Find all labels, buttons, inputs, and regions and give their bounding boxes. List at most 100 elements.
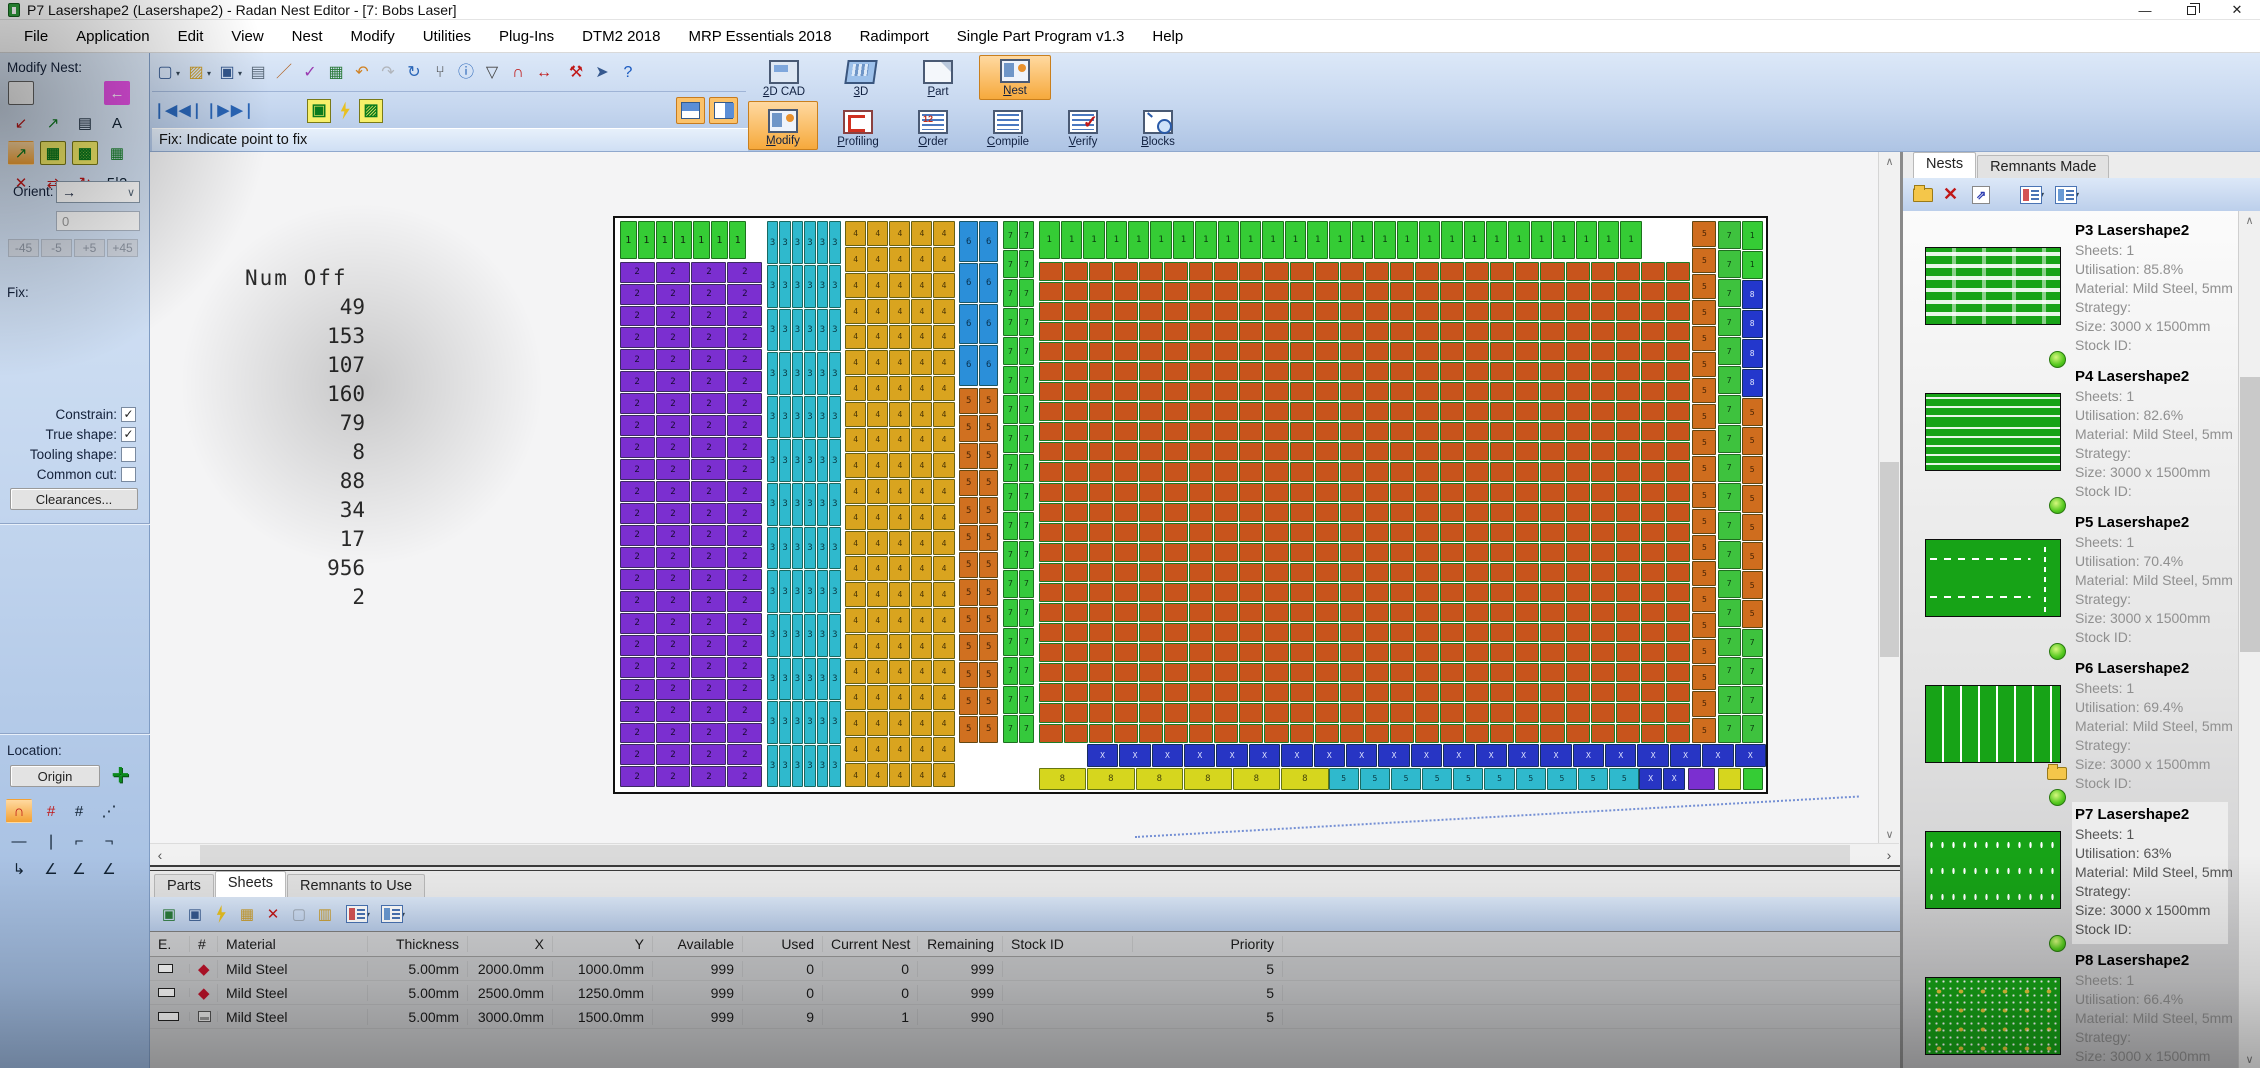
split-vertical-button[interactable] [709,97,738,124]
parts-1-strip[interactable]: 11 [1742,221,1763,278]
delete-nest-icon[interactable]: ✕ [1943,184,1958,205]
array-icon[interactable]: ▦ [104,141,130,165]
nest-list-item-p6-lasershape2[interactable]: P6 Lasershape2Sheets: 1Utilisation: 69.4… [1903,649,2238,795]
node-edit-icon[interactable]: ⑂ [428,61,452,85]
mode-button-verify[interactable]: Verify [1048,101,1118,150]
export-nest-icon[interactable]: ⇗ [1972,186,1990,204]
chevron-down-icon[interactable]: ▾ [176,69,183,78]
scroll-right-icon[interactable]: › [1879,844,1899,866]
menu-radimport[interactable]: Radimport [846,24,943,49]
calibrate-icon[interactable]: ⚒ [564,61,588,85]
angle-right-icon[interactable]: ∠ [66,857,92,881]
origin-button[interactable]: Origin [10,765,100,787]
paste-icon[interactable]: ▤ [72,111,98,135]
checkbox-tooling-shape-[interactable] [121,447,136,462]
scroll-left-icon[interactable]: ‹ [150,844,170,866]
open-nest-icon[interactable] [1913,188,1933,202]
sheet-outline-icon[interactable] [8,81,34,105]
parts-5-cyan-row[interactable]: 5555555555 [1329,768,1640,790]
menu-utilities[interactable]: Utilities [409,24,485,49]
split-horizontal-button[interactable] [676,97,705,124]
mode-button-3d[interactable]: 3D [825,55,897,100]
tab-parts[interactable]: Parts [154,874,214,897]
menu-application[interactable]: Application [62,24,163,49]
tab-remnants-made[interactable]: Remnants Made [1977,155,2109,178]
table-row[interactable]: Mild Steel5.00mm3000.0mm1500.0mm99991990… [150,1005,1900,1029]
parts-5-strip[interactable]: 55555555555555555555 [1692,221,1716,742]
detail-view-dropdown[interactable] [381,905,403,923]
print-icon[interactable]: ▤ [246,61,270,85]
vertical-icon[interactable]: ❘ [38,829,64,853]
nest-list-item-p7-lasershape2[interactable]: P7 Lasershape2Sheets: 1Utilisation: 63%M… [1903,795,2238,941]
parts-5-orange[interactable]: 55555555555555555555555555 [959,388,998,743]
regenerate-icon[interactable]: ↻ [402,61,426,85]
column-header-priority[interactable]: Priority [1133,936,1283,952]
parts-7-strip[interactable]: 777777777777777777 [1718,221,1741,742]
canvas-horizontal-scrollbar[interactable]: ‹ › [150,843,1899,865]
mode-button-2d-cad[interactable]: 2D CAD [748,55,820,100]
column-header-thickness[interactable]: Thickness [368,936,468,952]
parts-x-blue-row[interactable]: XX [1639,768,1685,790]
vertical-scroll-thumb[interactable] [1880,462,1899,657]
angle-button-plus5[interactable]: +5 [74,239,105,257]
checkbox-common-cut-[interactable] [121,467,136,482]
parts-grid-orange[interactable] [1039,262,1690,743]
angle-input[interactable]: 0 [56,211,140,231]
save-file-icon[interactable]: ▣ [215,61,239,85]
grid-point-icon[interactable]: # [66,799,92,823]
tab-sheets[interactable]: Sheets [215,871,286,897]
mode-button-nest[interactable]: Nest [979,55,1051,100]
column-header-y[interactable]: Y [553,936,653,952]
text-icon[interactable]: A [104,111,130,135]
canvas-vertical-scrollbar[interactable]: ∧ ∨ [1878,152,1899,843]
delete-sheet-icon[interactable]: ✕ [261,902,285,926]
close-button[interactable]: ✕ [2214,0,2260,20]
nests-scrollbar[interactable]: ∧ ∨ [2238,211,2260,1068]
horizontal-scroll-thumb[interactable] [200,845,1850,865]
list-view-dropdown[interactable] [346,905,368,923]
column-header-remaining[interactable]: Remaining [918,936,1003,952]
open-file-icon[interactable]: ▨ [184,61,208,85]
copy-part-icon[interactable]: ↗ [40,111,66,135]
nest-list-item-p3-lasershape2[interactable]: P3 Lasershape2Sheets: 1Utilisation: 85.8… [1903,211,2238,357]
orient-dropdown[interactable]: → ∨ [56,181,140,203]
blank-sheet-icon[interactable]: ▢ [287,902,311,926]
parts-1-top-left[interactable]: 1111111 [620,221,747,259]
horizontal-icon[interactable]: — [6,829,32,853]
parts-7-green[interactable]: 777777777777777777777777777777777777 [1003,221,1034,742]
angle-button-minus5[interactable]: -5 [41,239,72,257]
parts-8-strip[interactable]: 8888 [1742,280,1763,397]
mode-button-part[interactable]: Part [902,55,974,100]
column-header-available[interactable]: Available [653,936,743,952]
redo-icon[interactable]: ↷ [376,61,400,85]
menu-plug-ins[interactable]: Plug-Ins [485,24,568,49]
menu-nest[interactable]: Nest [278,24,337,49]
tab-nests[interactable]: Nests [1913,152,1976,178]
mode-button-blocks[interactable]: Blocks [1123,101,1193,150]
angle-up-icon[interactable]: ∠ [38,857,64,881]
last-nest-icon[interactable]: ▶❘ [231,99,255,123]
grid-icon[interactable]: # [38,799,64,823]
column-header--[interactable]: # [190,936,218,952]
angle-button-plus45[interactable]: +45 [107,239,138,257]
new-sheet-icon[interactable]: ▣ [157,902,181,926]
datum-icon[interactable]: ✛ [112,763,129,788]
parts-1-top-mid[interactable]: 111111111111111111111111111 [1039,221,1642,259]
menu-file[interactable]: File [10,24,62,49]
filter-icon[interactable]: ▽ [480,61,504,85]
parts-2-bottom[interactable] [1688,768,1716,790]
parts-1-bottom[interactable] [1743,768,1763,790]
help-icon[interactable]: ? [616,61,640,85]
scroll-up-icon[interactable]: ∧ [2240,211,2259,229]
dimension-icon[interactable]: ↔ [532,61,556,85]
undo-icon[interactable]: ↶ [350,61,374,85]
parts-9-blue-row[interactable]: XXXXXXXXXXXXXXXXXXXXX [1087,744,1766,767]
insert-sheet-icon[interactable]: ▣ [183,902,207,926]
edit-geometry-icon[interactable]: ✓ [298,61,322,85]
angle-button-minus45[interactable]: -45 [8,239,39,257]
next-nest-icon[interactable]: ❘▶ [205,99,229,123]
reposition-icon[interactable]: ↗ [8,141,34,165]
scroll-down-icon[interactable]: ∨ [2240,1050,2259,1068]
nests-scroll-thumb[interactable] [2240,377,2260,652]
nest-list-item-p8-lasershape2[interactable]: P8 Lasershape2Sheets: 1Utilisation: 66.4… [1903,941,2238,1068]
